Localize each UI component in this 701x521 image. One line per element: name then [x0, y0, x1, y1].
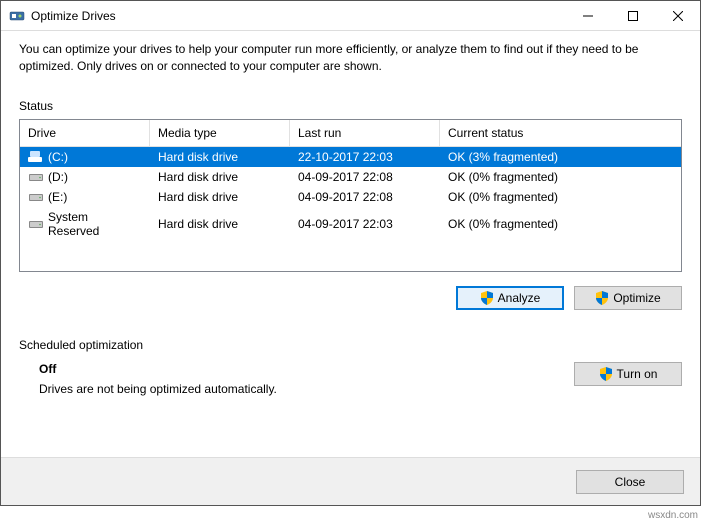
drive-last-run: 04-09-2017 22:08	[290, 169, 440, 185]
description-text: You can optimize your drives to help you…	[19, 41, 682, 75]
drive-status: OK (0% fragmented)	[440, 216, 681, 232]
window-title: Optimize Drives	[31, 9, 565, 23]
column-header-last[interactable]: Last run	[290, 120, 440, 146]
close-dialog-button[interactable]: Close	[576, 470, 684, 494]
drive-media: Hard disk drive	[150, 189, 290, 205]
drive-status: OK (0% fragmented)	[440, 189, 681, 205]
app-icon	[9, 8, 25, 24]
minimize-button[interactable]	[565, 1, 610, 31]
column-header-status[interactable]: Current status	[440, 120, 681, 146]
shield-icon	[480, 291, 494, 305]
drive-status: OK (3% fragmented)	[440, 149, 681, 165]
footer: Close	[1, 457, 700, 505]
drive-icon	[28, 151, 44, 163]
drive-row[interactable]: (D:) Hard disk drive04-09-2017 22:08OK (0…	[20, 167, 681, 187]
drive-media: Hard disk drive	[150, 216, 290, 232]
scheduled-description: Drives are not being optimized automatic…	[39, 382, 574, 396]
drive-last-run: 04-09-2017 22:03	[290, 216, 440, 232]
maximize-button[interactable]	[610, 1, 655, 31]
drive-icon	[28, 171, 44, 183]
optimize-button-label: Optimize	[613, 291, 660, 305]
drive-media: Hard disk drive	[150, 149, 290, 165]
status-label: Status	[19, 99, 682, 113]
drive-icon	[28, 218, 44, 230]
drive-row[interactable]: System Reserved Hard disk drive04-09-2017…	[20, 207, 681, 241]
column-header-media[interactable]: Media type	[150, 120, 290, 146]
drive-last-run: 22-10-2017 22:03	[290, 149, 440, 165]
titlebar: Optimize Drives	[1, 1, 700, 31]
watermark: wsxdn.com	[648, 510, 698, 521]
shield-icon	[595, 291, 609, 305]
drive-name: System Reserved	[48, 210, 142, 238]
drive-name: (C:)	[48, 150, 68, 164]
analyze-button[interactable]: Analyze	[456, 286, 564, 310]
drive-row[interactable]: (E:) Hard disk drive04-09-2017 22:08OK (0…	[20, 187, 681, 207]
drive-icon	[28, 191, 44, 203]
column-header-drive[interactable]: Drive	[20, 120, 150, 146]
shield-icon	[599, 367, 613, 381]
drive-status: OK (0% fragmented)	[440, 169, 681, 185]
drive-name: (D:)	[48, 170, 68, 184]
close-button[interactable]	[655, 1, 700, 31]
analyze-button-label: Analyze	[498, 291, 541, 305]
scheduled-state: Off	[39, 362, 574, 376]
drive-media: Hard disk drive	[150, 169, 290, 185]
optimize-button[interactable]: Optimize	[574, 286, 682, 310]
close-button-label: Close	[615, 475, 646, 489]
drives-listview[interactable]: Drive Media type Last run Current status…	[19, 119, 682, 272]
drives-header: Drive Media type Last run Current status	[20, 120, 681, 147]
drive-last-run: 04-09-2017 22:08	[290, 189, 440, 205]
scheduled-label: Scheduled optimization	[19, 338, 682, 352]
turn-on-button[interactable]: Turn on	[574, 362, 682, 386]
turn-on-button-label: Turn on	[617, 367, 658, 381]
drive-row[interactable]: (C:) Hard disk drive22-10-2017 22:03OK (3…	[20, 147, 681, 167]
drive-name: (E:)	[48, 190, 67, 204]
